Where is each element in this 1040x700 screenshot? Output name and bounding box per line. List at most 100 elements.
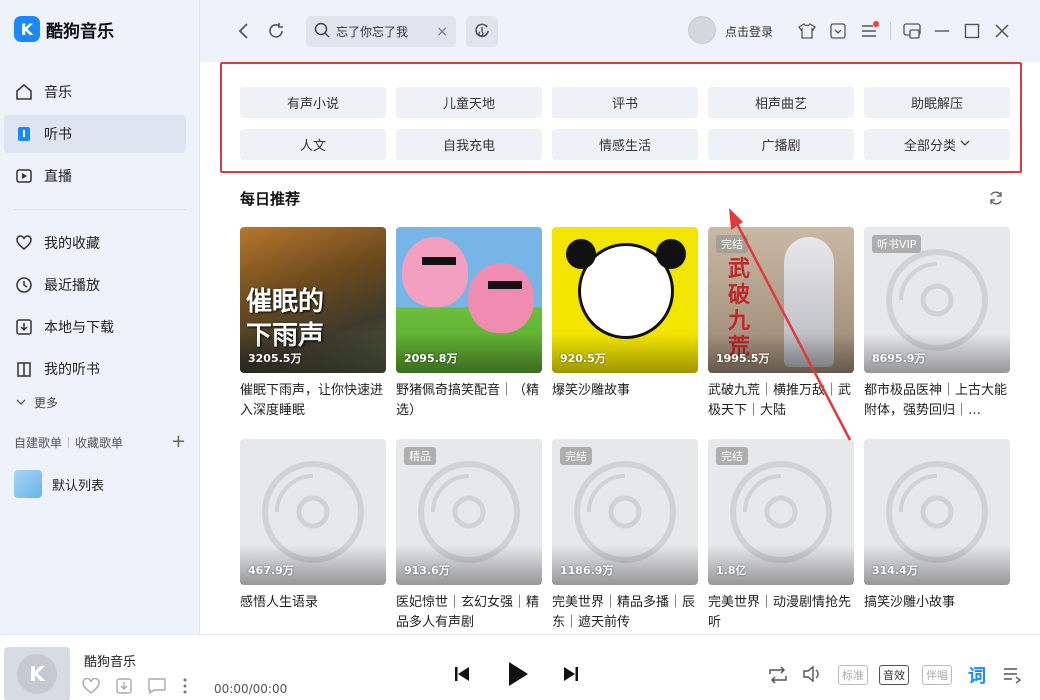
mini-mode-icon[interactable] xyxy=(903,22,921,40)
card-cover: 催眠的 下雨声 3205.5万 xyxy=(240,227,386,373)
playlist-queue-icon[interactable] xyxy=(1003,666,1022,688)
category-storytelling[interactable]: 评书 xyxy=(552,87,698,118)
now-playing-title: 酷狗音乐 xyxy=(84,655,137,670)
accompany-button[interactable]: 伴唱 xyxy=(922,665,952,685)
play-count: 8695.9万 xyxy=(872,352,926,365)
sidebar-item-label: 听书 xyxy=(44,127,72,143)
category-self-improvement[interactable]: 自我充电 xyxy=(396,129,542,160)
add-playlist-icon[interactable]: + xyxy=(171,433,186,451)
audiobook-card[interactable]: 完结 1186.9万 完美世界｜精品多播｜辰东｜遮天前传 xyxy=(552,439,698,633)
sidebar-item-label: 我的听书 xyxy=(44,362,100,378)
chevron-down-icon xyxy=(960,137,970,152)
audiobook-card[interactable]: 467.9万 感悟人生语录 xyxy=(240,439,386,633)
close-icon[interactable] xyxy=(993,22,1011,40)
category-humanities[interactable]: 人文 xyxy=(240,129,386,160)
next-icon[interactable] xyxy=(563,666,579,686)
player-actions xyxy=(82,677,188,698)
audiobook-card[interactable]: 2095.8万 野猪佩奇搞笑配音｜（精选） xyxy=(396,227,542,421)
live-icon xyxy=(14,166,34,186)
now-playing-cover[interactable]: K xyxy=(4,647,70,700)
sidebar-divider xyxy=(14,209,186,210)
sidebar-item-audiobook[interactable]: 听书 xyxy=(4,115,186,153)
category-audio-novel[interactable]: 有声小说 xyxy=(240,87,386,118)
card-cover: 完结 1186.9万 xyxy=(552,439,698,585)
notification-dot xyxy=(873,21,879,27)
tab-own-playlists[interactable]: 自建歌单 xyxy=(14,434,62,451)
sidebar-item-recent[interactable]: 最近播放 xyxy=(4,266,186,304)
audiobook-card[interactable]: 精品 913.6万 医妃惊世｜玄幻女强｜精品多人有声剧 xyxy=(396,439,542,633)
heart-icon xyxy=(14,233,34,253)
card-title: 催眠下雨声，让你快速进入深度睡眠 xyxy=(240,383,384,418)
panda-ear xyxy=(656,239,686,269)
play-icon[interactable] xyxy=(507,661,529,691)
book-icon xyxy=(14,359,34,379)
sidebar-item-my-audiobooks[interactable]: 我的听书 xyxy=(4,350,186,388)
skin-icon[interactable] xyxy=(798,22,816,40)
home-icon xyxy=(14,82,34,102)
playlist-thumbnail xyxy=(14,470,42,498)
sidebar-item-live[interactable]: 直播 xyxy=(4,157,186,195)
app-name: 酷狗音乐 xyxy=(46,21,114,42)
tab-fav-playlists[interactable]: 收藏歌单 xyxy=(75,434,123,451)
play-count: 920.5万 xyxy=(560,352,606,365)
refresh-page-icon[interactable] xyxy=(266,22,286,40)
message-icon[interactable] xyxy=(829,22,847,40)
maximize-icon[interactable] xyxy=(963,22,981,40)
sidebar-item-music[interactable]: 音乐 xyxy=(4,73,186,111)
download-icon[interactable] xyxy=(116,678,132,698)
audiobook-card[interactable]: 武破九荒 完结 1995.5万 武破九荒｜横推万敌｜武极天下｜大陆 xyxy=(708,227,854,421)
quality-standard-button[interactable]: 标准 xyxy=(838,665,868,685)
search-input[interactable]: 忘了你忘了我 × xyxy=(306,16,456,47)
clear-search-icon[interactable]: × xyxy=(436,24,448,40)
card-title: 完美世界｜精品多播｜辰东｜遮天前传 xyxy=(552,595,696,630)
download-icon xyxy=(14,317,34,337)
login-link[interactable]: 点击登录 xyxy=(725,23,773,40)
category-kids[interactable]: 儿童天地 xyxy=(396,87,542,118)
default-playlist[interactable]: 默认列表 xyxy=(14,470,104,498)
sidebar-item-label: 本地与下载 xyxy=(44,320,114,336)
previous-icon[interactable] xyxy=(454,666,470,686)
sidebar-item-favorites[interactable]: 我的收藏 xyxy=(4,224,186,262)
avatar[interactable] xyxy=(688,16,716,44)
section-title: 每日推荐 xyxy=(240,190,301,208)
audiobook-icon xyxy=(14,124,34,144)
category-crosstalk[interactable]: 相声曲艺 xyxy=(708,87,854,118)
category-radio-drama[interactable]: 广播剧 xyxy=(708,129,854,160)
sunglasses-icon xyxy=(488,281,522,289)
audiobook-card[interactable]: 听书VIP 8695.9万 都市极品医神｜上古大能附体，强势回归｜… xyxy=(864,227,1010,421)
back-icon[interactable] xyxy=(236,22,252,40)
like-icon[interactable] xyxy=(82,677,100,698)
category-all[interactable]: 全部分类 xyxy=(864,129,1010,160)
peppa-pig-figure xyxy=(402,237,468,307)
playlist-tabs: 自建歌单 收藏歌单 + xyxy=(14,433,186,451)
card-title: 都市极品医神｜上古大能附体，强势回归｜… xyxy=(864,383,1008,418)
card-cover: 2095.8万 xyxy=(396,227,542,373)
category-emotional-life[interactable]: 情感生活 xyxy=(552,129,698,160)
sidebar-item-label: 我的收藏 xyxy=(44,236,100,252)
main-content: 有声小说 儿童天地 评书 相声曲艺 助眠解压 人文 自我充电 情感生活 广播剧 … xyxy=(200,62,1040,634)
minimize-icon[interactable] xyxy=(933,22,951,40)
more-vertical-icon[interactable] xyxy=(182,678,188,698)
volume-icon[interactable] xyxy=(802,665,822,687)
audiobook-card[interactable]: 314.4万 搞笑沙雕小故事 xyxy=(864,439,1010,633)
comment-icon[interactable] xyxy=(148,678,166,698)
play-count: 467.9万 xyxy=(248,564,294,577)
category-sleep[interactable]: 助眠解压 xyxy=(864,87,1010,118)
listen-recognize-button[interactable] xyxy=(466,16,498,47)
lyrics-button[interactable]: 词 xyxy=(968,662,986,688)
more-button[interactable]: 更多 xyxy=(16,394,58,411)
sidebar-item-local-download[interactable]: 本地与下载 xyxy=(4,308,186,346)
chevron-down-icon xyxy=(16,396,26,410)
refresh-recommend-icon[interactable] xyxy=(988,190,1004,210)
toolbar-divider xyxy=(890,22,891,40)
sound-effect-button[interactable]: 音效 xyxy=(879,665,909,685)
audiobook-card[interactable]: 920.5万 爆笑沙雕故事 xyxy=(552,227,698,421)
audiobook-card[interactable]: 催眠的 下雨声 3205.5万 催眠下雨声，让你快速进入深度睡眠 xyxy=(240,227,386,421)
app-logo[interactable]: K 酷狗音乐 xyxy=(14,16,114,42)
card-cover: 武破九荒 完结 1995.5万 xyxy=(708,227,854,373)
music-recognize-icon xyxy=(473,21,491,43)
audiobook-card[interactable]: 完结 1.8亿 完美世界｜动漫剧情抢先听 xyxy=(708,439,854,633)
status-badge: 完结 xyxy=(560,447,592,465)
sidebar-item-label: 直播 xyxy=(44,169,72,185)
repeat-icon[interactable] xyxy=(768,666,788,688)
